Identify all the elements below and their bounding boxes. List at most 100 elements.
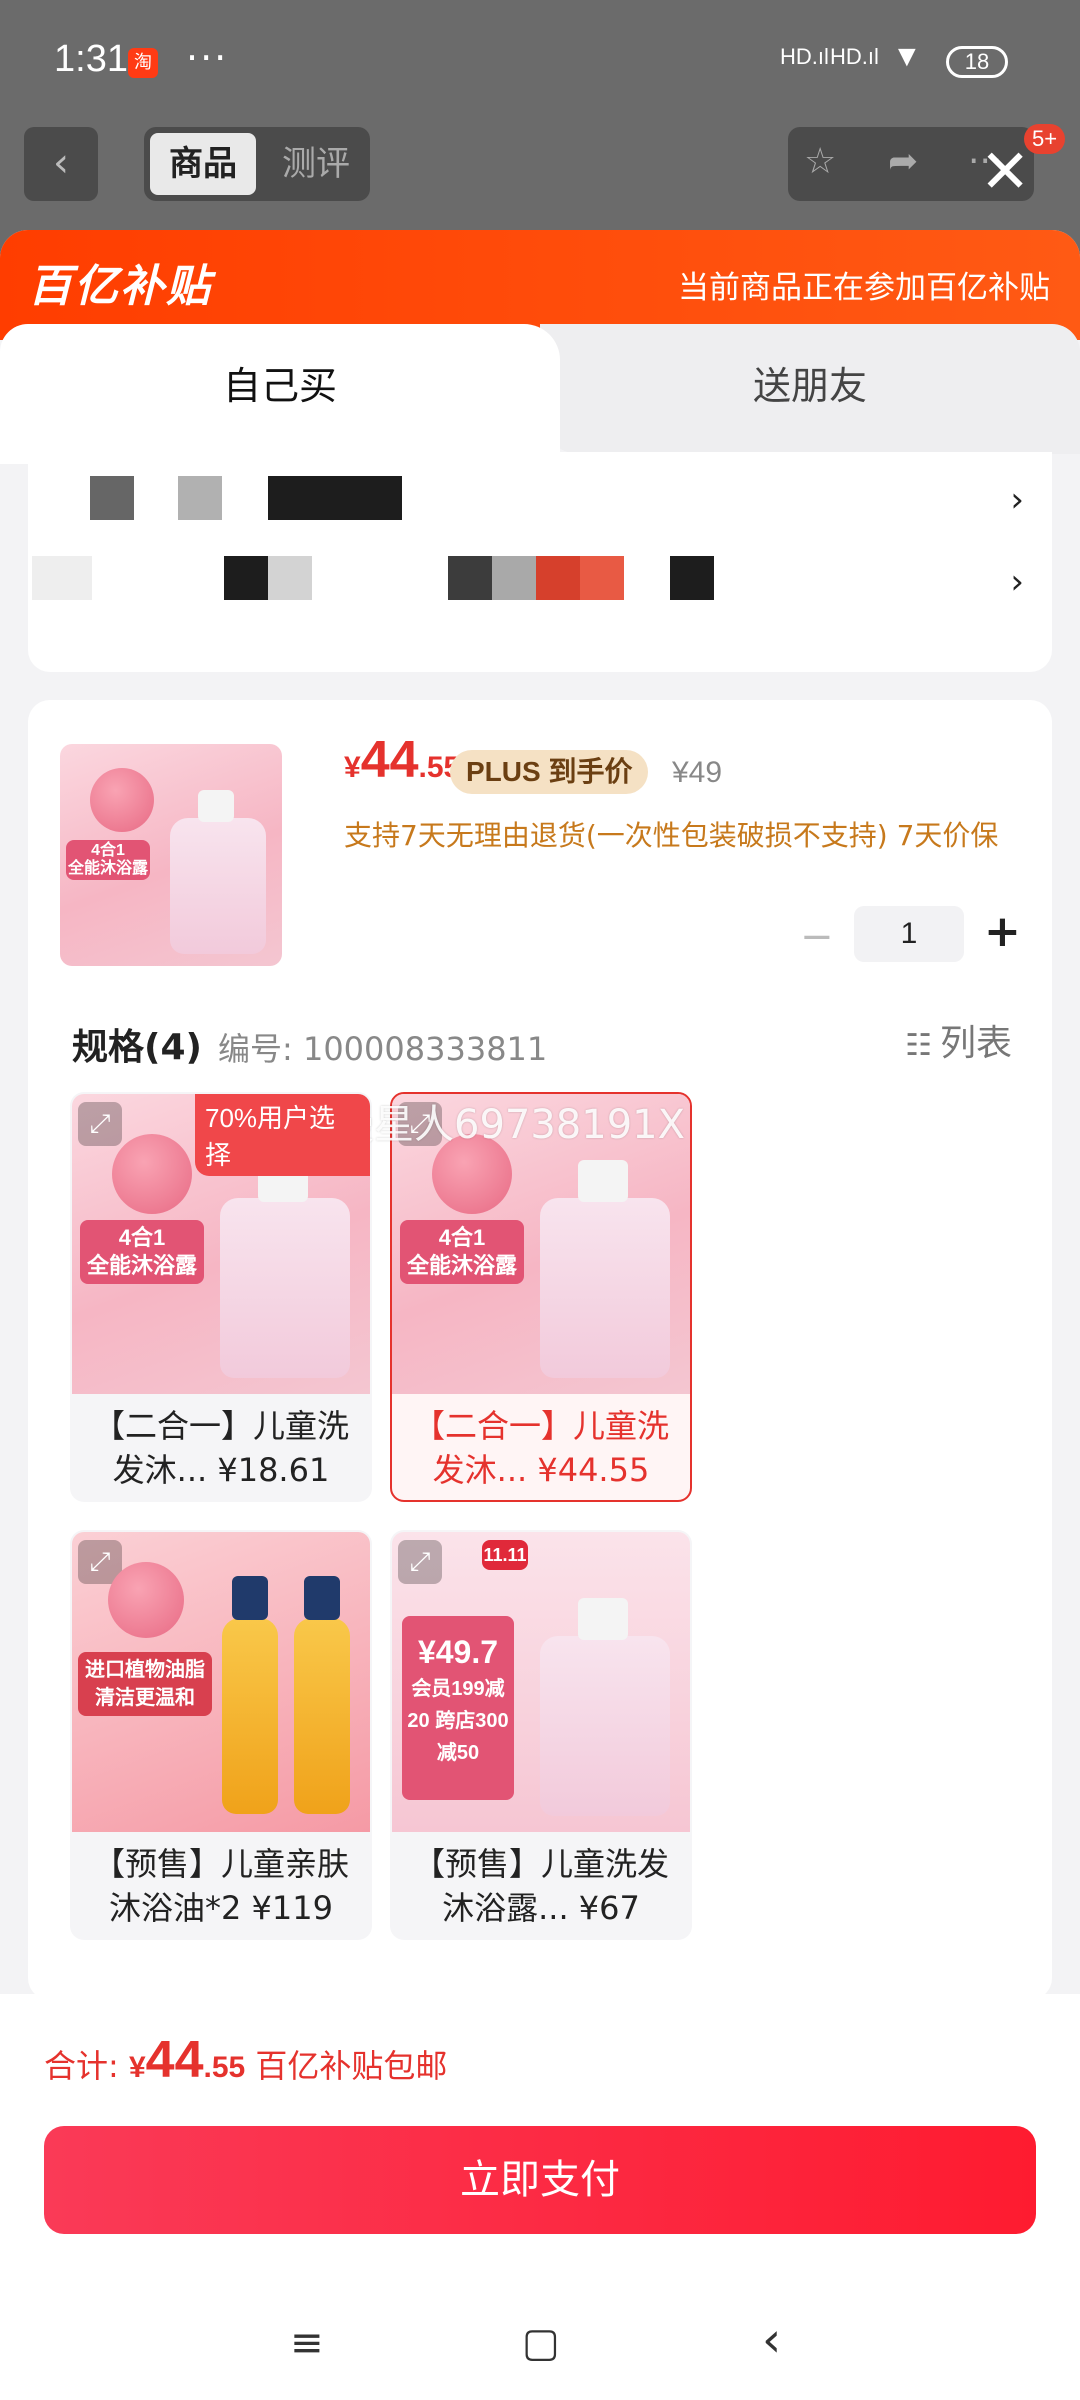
list-view-button[interactable]: ☷ 列表: [905, 1014, 1012, 1066]
back-button[interactable]: ‹: [24, 127, 98, 201]
redacted-block: [268, 476, 402, 520]
mascot-image: [112, 1134, 192, 1214]
redacted-block: [268, 556, 312, 600]
spec-title: 规格(4): [72, 1027, 202, 1068]
product-code: 编号: 100008333811: [218, 1030, 548, 1068]
sku-option[interactable]: 70%用户选择 ⤢ 4合1 全能沐浴露 【二合一】儿童洗发沐... ¥18.61: [70, 1092, 372, 1502]
brand-logo: 百亿补贴: [28, 261, 212, 312]
sku-label: 【预售】儿童洗发沐浴露... ¥67: [412, 1845, 669, 1927]
tab-gift[interactable]: 送朋友: [540, 324, 1080, 454]
presale-discount: 会员199减20 跨店300减50: [407, 1678, 509, 1764]
qty-increase-button[interactable]: +: [984, 906, 1021, 957]
purchase-mode-tabs: 送朋友 自己买: [0, 324, 1080, 464]
presale-badge: ¥49.7 会员199减20 跨店300减50: [402, 1616, 514, 1800]
taobao-app-icon: 淘: [128, 48, 158, 78]
badge-line: 4合1: [118, 1225, 166, 1250]
status-bar: 1:31 淘 ··· HD.ıl HD.ıl ▼ 18: [0, 0, 1080, 120]
oil-bottle-image: [294, 1618, 350, 1814]
total-note: 百亿补贴包邮: [245, 2047, 448, 2085]
sku-option[interactable]: ⤢ 进口植物油脂 清洁更温和 【预售】儿童亲肤沐浴油*2 ¥119: [70, 1530, 372, 1940]
price-currency: ¥: [344, 751, 361, 784]
nav-back-icon[interactable]: ‹: [762, 2312, 781, 2368]
sku-option[interactable]: ⤢ 11.11 ¥49.7 会员199减20 跨店300减50 【预售】儿童洗发沐…: [390, 1530, 692, 1940]
pump-image: [578, 1598, 628, 1640]
badge-line: 进口植物油脂: [85, 1659, 205, 1681]
return-policy: 支持7天无理由退货(一次性包装破损不支持) 7天价保: [344, 819, 999, 852]
expand-icon[interactable]: ⤢: [398, 1540, 442, 1584]
system-nav-bar: ≡ ▢ ‹: [0, 2290, 1080, 2400]
plus-price-tag: PLUS 到手价: [450, 750, 649, 794]
bottle-image: [540, 1636, 670, 1816]
product-badge: 4合1 全能沐浴露: [66, 840, 150, 880]
address-chevron-icon-2[interactable]: ›: [1010, 562, 1024, 602]
badge-line: 4合1: [91, 842, 125, 859]
redacted-block: [224, 556, 268, 600]
redacted-block: [178, 476, 222, 520]
close-icon[interactable]: ✕: [980, 142, 1030, 202]
expand-icon[interactable]: ⤢: [78, 1102, 122, 1146]
sku-label: 【二合一】儿童洗发沐... ¥44.55: [412, 1407, 669, 1489]
tab-product[interactable]: 商品: [150, 133, 256, 195]
tab-self[interactable]: 自己买: [0, 324, 560, 464]
product-badge: 进口植物油脂 清洁更温和: [78, 1652, 212, 1716]
hd-label-2: HD: [830, 44, 862, 69]
mascot-image: [108, 1562, 184, 1638]
pay-now-button[interactable]: 立即支付: [44, 2126, 1036, 2234]
status-time: 1:31: [54, 38, 128, 80]
price-int: 44: [360, 731, 419, 789]
badge-line: 全能沐浴露: [67, 860, 148, 877]
bottle-image: [170, 818, 266, 954]
total-int: 44: [145, 2031, 204, 2089]
product-thumbnail[interactable]: 4合1 全能沐浴露: [60, 744, 282, 966]
battery-icon: 18: [946, 46, 1008, 78]
page-tabs: 商品 测评: [144, 127, 370, 201]
double-eleven-tag: 11.11: [482, 1540, 528, 1570]
pump-image: [198, 790, 234, 822]
bottle-image: [540, 1198, 670, 1378]
address-card[interactable]: › ›: [28, 452, 1052, 672]
product-badge: 4合1 全能沐浴露: [80, 1220, 204, 1284]
subsidy-notice: 当前商品正在参加百亿补贴: [678, 270, 1050, 306]
hd-label: HD: [780, 44, 812, 69]
address-chevron-icon[interactable]: ›: [1010, 480, 1024, 520]
total-dec: .55: [203, 2051, 246, 2084]
bottle-image: [220, 1198, 350, 1378]
wifi-icon: ▼: [892, 40, 922, 73]
star-icon[interactable]: ☆: [804, 141, 836, 182]
signal-icon-2: HD.ıl: [830, 44, 879, 69]
badge-line: 全能沐浴露: [86, 1253, 197, 1278]
qty-decrease-button[interactable]: −: [800, 914, 834, 960]
pump-image: [578, 1160, 628, 1202]
total-label: 合计:: [44, 2047, 129, 2085]
redacted-block: [492, 556, 536, 600]
redacted-block: [90, 476, 134, 520]
oil-bottle-image: [222, 1618, 278, 1814]
presale-price: ¥49.7: [417, 1634, 499, 1670]
sku-label: 【二合一】儿童洗发沐... ¥18.61: [92, 1407, 349, 1489]
menu-icon[interactable]: ≡: [290, 2320, 324, 2366]
total-currency: ¥: [128, 2051, 146, 2084]
badge-line: 4合1: [438, 1225, 486, 1250]
total-price: 合计: ¥44.55 百亿补贴包邮: [44, 2030, 447, 2090]
quantity-input[interactable]: 1: [854, 906, 964, 962]
status-more-icon: ···: [186, 36, 229, 80]
redacted-block: [536, 556, 580, 600]
signal-icon: HD.ıl: [780, 44, 829, 69]
tab-review[interactable]: 测评: [268, 133, 364, 195]
share-icon[interactable]: ➦: [888, 141, 918, 182]
home-icon[interactable]: ▢: [522, 2320, 560, 2366]
redacted-block: [32, 556, 92, 600]
sku-label: 【预售】儿童亲肤沐浴油*2 ¥119: [92, 1845, 349, 1927]
mascot-image: [90, 768, 154, 832]
redacted-block: [670, 556, 714, 600]
list-label: 列表: [939, 1023, 1012, 1064]
list-icon: ☷: [905, 1027, 932, 1063]
sku-option-selected[interactable]: ⤢ 4合1 全能沐浴露 【二合一】儿童洗发沐... ¥44.55: [390, 1092, 692, 1502]
redacted-block: [448, 556, 492, 600]
original-price: ¥49: [672, 756, 723, 789]
badge-line: 清洁更温和: [95, 1687, 195, 1709]
popular-tag: 70%用户选择: [195, 1094, 370, 1176]
watermark: 慢星人69738191X: [334, 1102, 685, 1148]
product-price: ¥44.55: [344, 730, 460, 790]
checkout-footer: 合计: ¥44.55 百亿补贴包邮 立即支付 ≡ ▢ ‹: [0, 1994, 1080, 2400]
